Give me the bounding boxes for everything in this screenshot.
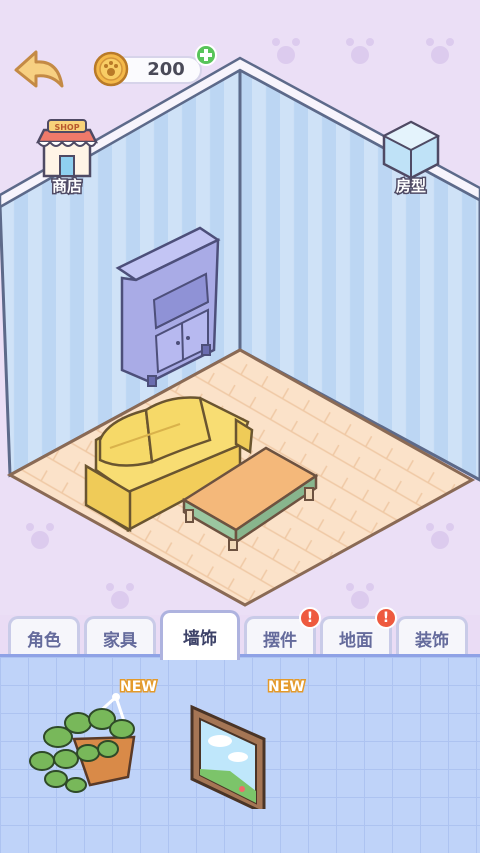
shop-icon: SHOP: [35, 119, 99, 178]
tab-label: 家具: [103, 631, 137, 651]
tab-label: 地面: [339, 631, 373, 651]
room-type-button[interactable]: 房型: [376, 118, 446, 200]
coin-balance: 200: [92, 44, 217, 88]
tab-label: 摆件: [263, 631, 297, 651]
hanging-plant-icon: [29, 693, 136, 793]
category-tabs: 角色 家具 墙饰 摆件 ! 地面 ! 装饰: [0, 607, 480, 660]
shop-label: 商店: [50, 176, 83, 197]
item-hanging-plant[interactable]: NEW: [18, 678, 158, 799]
add-coins-plus-icon[interactable]: [195, 44, 217, 66]
tab-label: 装饰: [415, 631, 449, 651]
shop-sign-text: SHOP: [54, 123, 79, 132]
tab-label: 墙饰: [183, 629, 217, 649]
item-panel: NEW NEW: [0, 654, 480, 853]
coin-icon: [93, 51, 129, 87]
alert-badge: !: [375, 607, 397, 629]
tab-label: 角色: [27, 631, 61, 651]
back-button[interactable]: [10, 40, 68, 98]
tab-decoration[interactable]: 装饰: [396, 616, 468, 658]
new-tag: NEW: [267, 678, 307, 697]
alert-badge: !: [299, 607, 321, 629]
new-tag: NEW: [119, 678, 159, 697]
room-type-label: 房型: [394, 176, 427, 197]
tab-floor[interactable]: 地面 !: [320, 607, 397, 658]
back-arrow-icon: [14, 50, 64, 88]
tab-character[interactable]: 角色: [8, 616, 80, 658]
room-illustration: [0, 38, 480, 609]
tab-ornaments[interactable]: 摆件 !: [244, 607, 321, 658]
tab-wall-decor[interactable]: 墙饰: [160, 610, 240, 660]
room-scene: 200 SHOP 商店 房型: [0, 0, 480, 615]
tab-furniture[interactable]: 家具: [84, 616, 156, 658]
window-painting-icon: [190, 704, 266, 816]
coin-count: 200: [147, 59, 185, 80]
item-window-painting[interactable]: NEW: [180, 678, 306, 816]
shop-button[interactable]: SHOP 商店: [30, 118, 104, 200]
room-cube-icon: [381, 120, 441, 180]
